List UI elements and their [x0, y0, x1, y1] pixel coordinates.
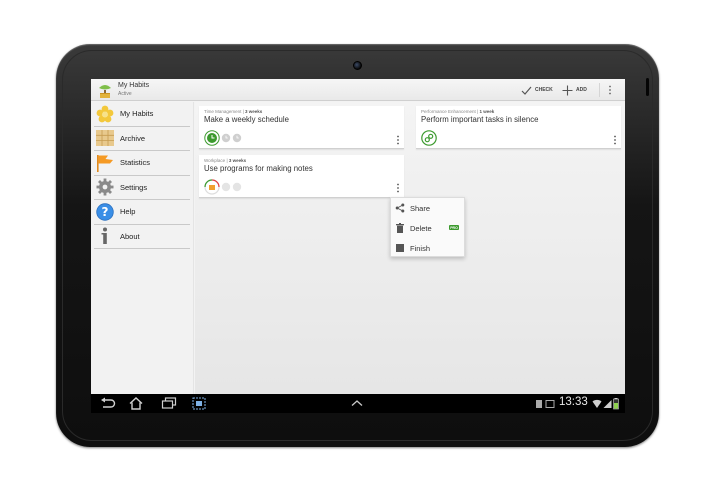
- sidebar-item-label: Settings: [120, 182, 148, 192]
- screenshot-icon[interactable]: [192, 397, 206, 410]
- check-button-label: CHECK: [535, 87, 553, 93]
- sidebar-item-label: Archive: [120, 133, 146, 143]
- chevron-up-icon[interactable]: [350, 397, 364, 410]
- stop-square-icon: [395, 243, 405, 253]
- habit-progress: [204, 130, 242, 146]
- day-clock-icon[interactable]: [232, 133, 242, 143]
- habit-category: Time Management: [204, 109, 242, 114]
- image-notification-icon: [545, 400, 555, 408]
- habit-duration: 1 week: [479, 109, 495, 114]
- sidebar: My Habits Archive Statistics Settings ? …: [91, 102, 194, 394]
- sidebar-item-label: Statistics: [120, 158, 151, 168]
- sidebar-item-statistics[interactable]: Statistics: [94, 151, 190, 176]
- flag-icon: [96, 154, 114, 172]
- action-bar: My Habits Active CHECK ADD: [91, 79, 625, 101]
- habit-title: Perform important tasks in silence: [421, 115, 539, 124]
- habit-card[interactable]: Performance Enhancement | 1 week Perform…: [416, 106, 621, 149]
- menu-item-label: Share: [410, 203, 431, 213]
- plus-icon: [562, 85, 573, 95]
- gear-icon: [96, 178, 114, 196]
- day-clock-icon[interactable]: [232, 182, 242, 192]
- action-bar-divider: [599, 83, 600, 97]
- app-subtitle: Active: [118, 91, 132, 97]
- sd-card-icon: [536, 400, 542, 408]
- menu-item-label: Finish: [410, 243, 431, 253]
- card-context-menu: Share Delete PRO Finish: [390, 197, 465, 257]
- day-clock-icon[interactable]: [221, 133, 231, 143]
- habit-card[interactable]: Workplace | 3 weeks Use programs for mak…: [199, 155, 404, 198]
- card-menu-icon[interactable]: [396, 183, 400, 193]
- signal-icon: [603, 400, 612, 408]
- archive-grid-icon: [96, 129, 114, 147]
- habit-category: Performance Enhancement: [421, 109, 476, 114]
- checkmark-icon: [521, 86, 532, 95]
- sidebar-item-label: Help: [120, 207, 136, 217]
- flower-icon: [96, 105, 114, 123]
- check-button[interactable]: CHECK: [521, 84, 553, 96]
- screen: My Habits Active CHECK ADD My Habits Arc…: [91, 79, 625, 394]
- menu-item-label: Delete: [410, 223, 432, 233]
- pro-badge: PRO: [449, 225, 459, 230]
- add-button-label: ADD: [576, 87, 587, 93]
- info-icon: [96, 227, 114, 245]
- menu-item-delete[interactable]: Delete PRO: [391, 218, 466, 238]
- sidebar-item-my-habits[interactable]: My Habits: [94, 102, 190, 127]
- wifi-icon: [592, 399, 602, 408]
- home-icon[interactable]: [128, 397, 144, 410]
- habit-title: Make a weekly schedule: [204, 115, 289, 124]
- back-icon[interactable]: [100, 397, 116, 410]
- link-habit-icon[interactable]: [421, 130, 437, 146]
- sidebar-item-about[interactable]: About: [94, 225, 190, 249]
- menu-item-finish[interactable]: Finish: [391, 238, 466, 258]
- habit-category: Workplace: [204, 158, 226, 163]
- habit-card[interactable]: Time Management | 3 weeks Make a weekly …: [199, 106, 404, 149]
- habit-progress: [204, 179, 242, 195]
- sidebar-item-help[interactable]: ? Help: [94, 200, 190, 225]
- app-title: My Habits: [118, 82, 150, 89]
- overflow-menu-icon[interactable]: [607, 85, 613, 95]
- battery-icon: [613, 398, 619, 410]
- help-icon: ?: [96, 203, 114, 221]
- card-menu-icon[interactable]: [613, 135, 617, 145]
- sidebar-item-label: About: [120, 231, 140, 241]
- svg-text:?: ?: [102, 205, 109, 219]
- habit-duration: 3 weeks: [228, 158, 247, 163]
- sidebar-item-label: My Habits: [120, 109, 154, 119]
- share-icon: [395, 203, 405, 213]
- habit-progress: [421, 130, 437, 146]
- front-camera: [353, 61, 362, 70]
- partial-progress-icon[interactable]: [204, 179, 220, 195]
- system-bar: 13:33: [91, 394, 625, 413]
- status-clock: 13:33: [559, 396, 588, 408]
- card-menu-icon[interactable]: [396, 135, 400, 145]
- recent-apps-icon[interactable]: [161, 397, 177, 410]
- add-button[interactable]: ADD: [562, 84, 587, 96]
- sidebar-item-settings[interactable]: Settings: [94, 176, 190, 200]
- active-day-clock-icon[interactable]: [204, 130, 220, 146]
- trash-icon: [395, 223, 405, 233]
- day-clock-icon[interactable]: [221, 182, 231, 192]
- habit-title: Use programs for making notes: [204, 164, 313, 173]
- sidebar-item-archive[interactable]: Archive: [94, 127, 190, 151]
- menu-item-share[interactable]: Share: [391, 198, 466, 218]
- app-logo-icon[interactable]: [96, 81, 114, 99]
- habit-duration: 3 weeks: [245, 109, 263, 114]
- tablet-side-slot: [646, 78, 649, 96]
